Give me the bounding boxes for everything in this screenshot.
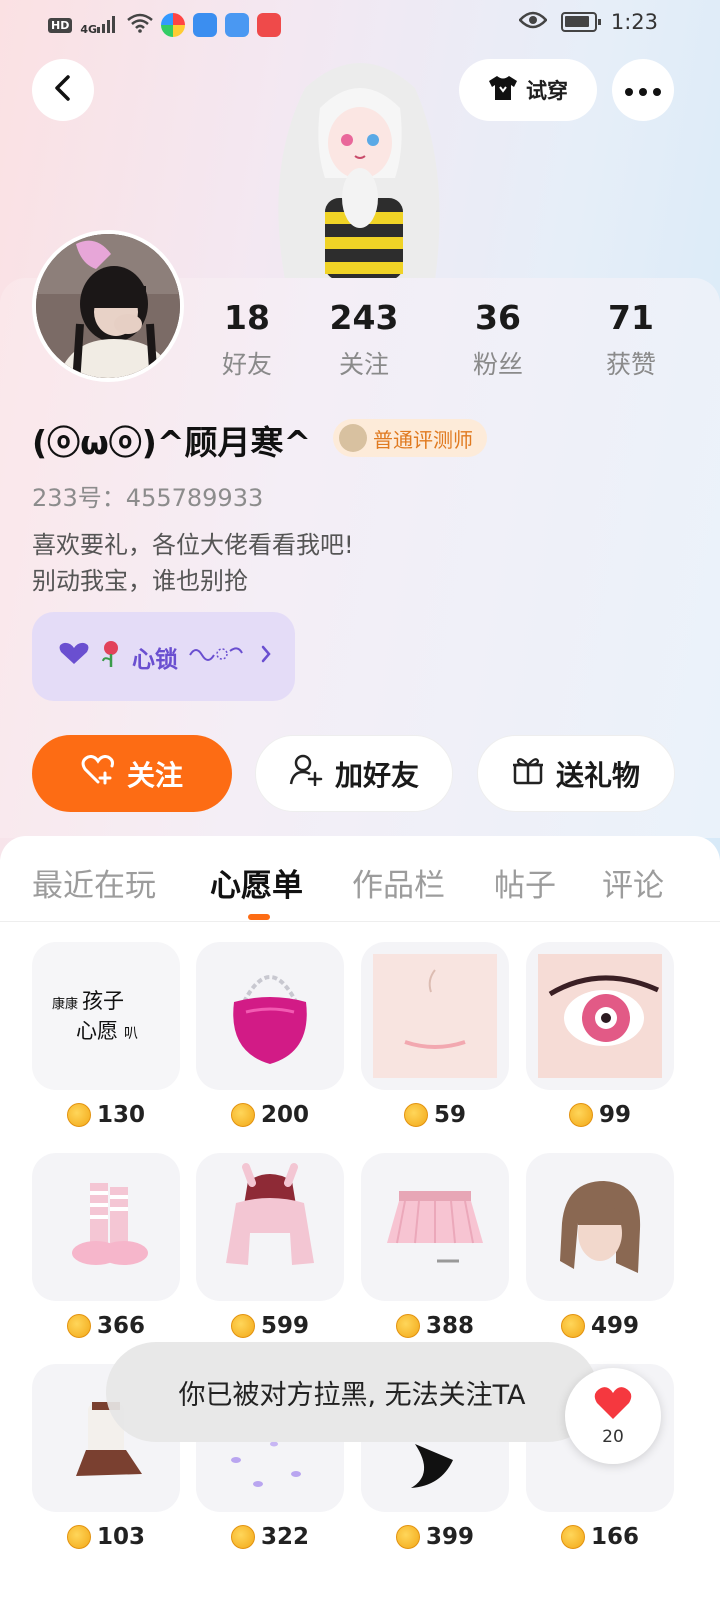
add-user-icon [289,754,323,793]
heart-lock-label: 心锁 [132,646,178,673]
price-tag: 599 [196,1313,344,1339]
active-tab-indicator [248,914,270,920]
divider [0,921,720,922]
try-on-button[interactable]: 试穿 [459,59,597,121]
wishlist-item[interactable] [196,1153,344,1301]
add-friend-label: 加好友 [334,758,419,792]
avatar[interactable] [32,230,184,382]
coin-icon [395,1314,420,1338]
stat-fans[interactable]: 36 粉丝 [438,298,558,381]
heart-icon [58,642,90,672]
bio: 喜欢要礼，各位大佬看看我吧! 别动我宝，谁也别抢 [32,527,354,599]
add-friend-button[interactable]: 加好友 [255,735,453,812]
coin-icon [230,1525,255,1549]
follow-button[interactable]: 关注 [32,735,232,812]
coin-icon [403,1103,428,1127]
nickname: (ⓞωⓞ)^顾月寒^ [32,423,312,462]
reviewer-icon [339,424,367,452]
wishlist-item[interactable] [196,942,344,1090]
stat-friends[interactable]: 18 好友 [187,298,307,381]
tab-posts[interactable]: 帖子 [494,860,556,905]
stat-value: 18 [224,298,270,337]
tab-comments[interactable]: 评论 [602,860,664,905]
stat-value: 36 [475,298,521,337]
wishlist-item[interactable] [32,1153,180,1301]
app-icon-blue-2 [225,13,250,37]
role-badge-label: 普通评测师 [373,427,473,452]
wishlist-item[interactable] [526,942,674,1090]
eye-icon [518,10,548,34]
wifi-icon [127,13,153,37]
tab-wishlist[interactable]: 心愿单 [210,860,303,905]
stat-label: 粉丝 [472,350,523,379]
app-icon-red [257,13,282,37]
heart-lock-card[interactable]: 心锁 [32,612,295,701]
price-tag: 200 [196,1102,344,1128]
coin-icon [66,1103,91,1127]
more-dots-icon [625,81,661,100]
wishlist-item[interactable] [361,1153,509,1301]
like-button[interactable]: 20 [565,1368,661,1464]
try-on-label: 试穿 [526,79,568,103]
status-bar: HD 4G 1:23 [0,0,720,50]
chevron-left-icon [52,75,74,105]
coin-icon [66,1314,91,1338]
send-gift-button[interactable]: 送礼物 [477,735,675,812]
stat-label: 关注 [338,350,389,379]
rose-icon [100,640,122,674]
coin-icon [560,1525,585,1549]
price-tag: 99 [526,1102,674,1128]
user-id: 233号：455789933 [32,484,264,512]
coin-icon [66,1525,91,1549]
follow-label: 关注 [126,758,183,792]
wishlist-item[interactable]: 康康 孩子 心愿叭 [32,942,180,1090]
price-tag: 59 [361,1102,509,1128]
gift-icon [512,755,544,792]
app-icon-colorful [161,13,186,37]
price-tag: 103 [32,1524,180,1550]
like-count: 20 [602,1427,624,1447]
wishlist-item[interactable] [526,1153,674,1301]
tab-recent[interactable]: 最近在玩 [32,860,156,905]
back-button[interactable] [32,59,94,121]
price-tag: 166 [526,1524,674,1550]
hd-badge: HD [48,17,73,33]
price-tag: 388 [361,1313,509,1339]
more-button[interactable] [612,59,674,121]
bio-line: 别动我宝，谁也别抢 [32,567,248,595]
role-badge[interactable]: 普通评测师 [333,419,487,457]
tab-works[interactable]: 作品栏 [352,860,445,905]
stat-value: 243 [329,298,399,337]
stat-following[interactable]: 243 关注 [304,298,424,381]
stat-likes[interactable]: 71 获赞 [571,298,691,381]
battery-icon [560,12,601,32]
price-tag: 130 [32,1102,180,1128]
coin-icon [560,1314,585,1338]
avatar-3d-model[interactable] [245,48,475,280]
price-tag: 499 [526,1313,674,1339]
blocked-toast: 你已被对方拉黑, 无法关注TA [106,1342,598,1442]
coin-icon [230,1103,255,1127]
send-gift-label: 送礼物 [555,758,640,792]
app-icon-blue-1 [193,13,218,37]
coin-icon [230,1314,255,1338]
heart-plus-icon [81,755,115,792]
stat-label: 获赞 [605,350,656,379]
wish-card-text: 康康 孩子 心愿叭 [52,989,138,1043]
stat-value: 71 [608,298,654,337]
chevron-right-icon [260,644,272,670]
wishlist-item[interactable] [361,942,509,1090]
shirt-icon [488,75,518,106]
price-tag: 322 [196,1524,344,1550]
price-tag: 366 [32,1313,180,1339]
coin-icon [568,1103,593,1127]
clock: 1:23 [610,10,658,34]
price-tag: 399 [361,1524,509,1550]
stat-label: 好友 [221,350,272,379]
scribble-decoration [188,643,244,671]
heart-icon [593,1385,633,1425]
coin-icon [395,1525,420,1549]
signal-icon: 4G [80,15,119,36]
bio-line: 喜欢要礼，各位大佬看看我吧! [32,531,354,559]
